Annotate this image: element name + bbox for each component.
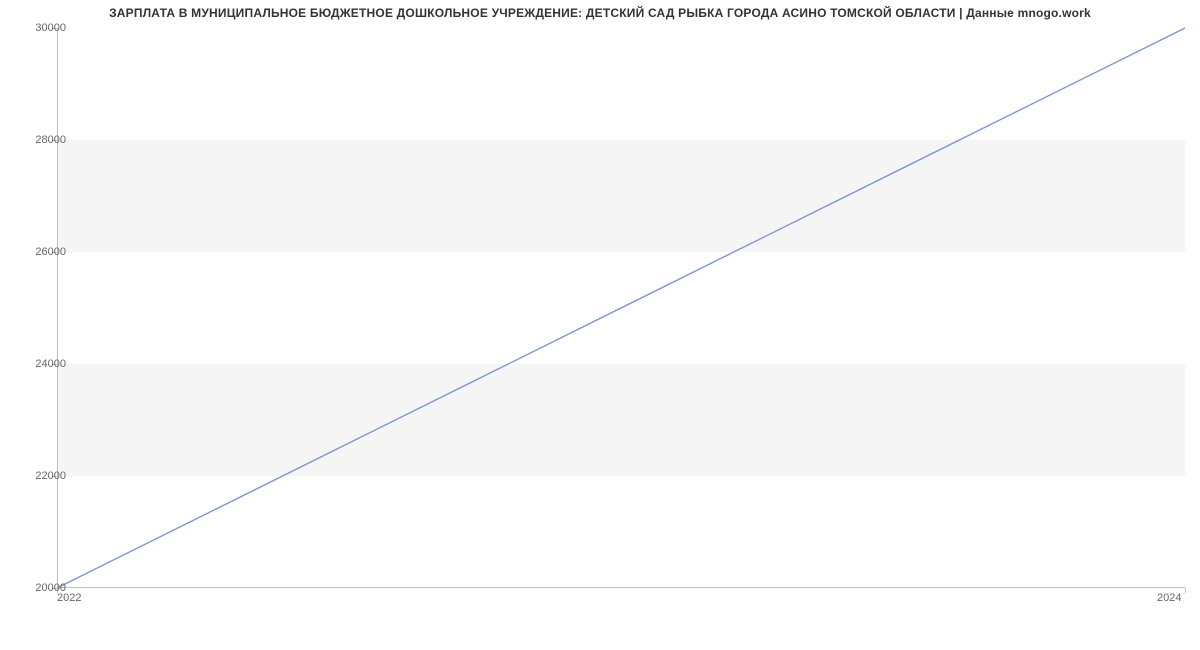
plot-area	[57, 28, 1185, 588]
x-tick-label: 2024	[1157, 592, 1181, 604]
y-tick-label: 22000	[16, 470, 66, 482]
chart-title: ЗАРПЛАТА В МУНИЦИПАЛЬНОЕ БЮДЖЕТНОЕ ДОШКО…	[0, 6, 1200, 20]
y-tick-label: 24000	[16, 358, 66, 370]
series-line	[57, 28, 1185, 588]
chart-container: ЗАРПЛАТА В МУНИЦИПАЛЬНОЕ БЮДЖЕТНОЕ ДОШКО…	[0, 0, 1200, 650]
line-layer	[57, 28, 1185, 588]
x-tick-label: 2022	[57, 592, 81, 604]
y-tick-label: 30000	[16, 22, 66, 34]
x-tick-mark	[1185, 588, 1186, 593]
y-tick-label: 28000	[16, 134, 66, 146]
y-tick-label: 26000	[16, 246, 66, 258]
